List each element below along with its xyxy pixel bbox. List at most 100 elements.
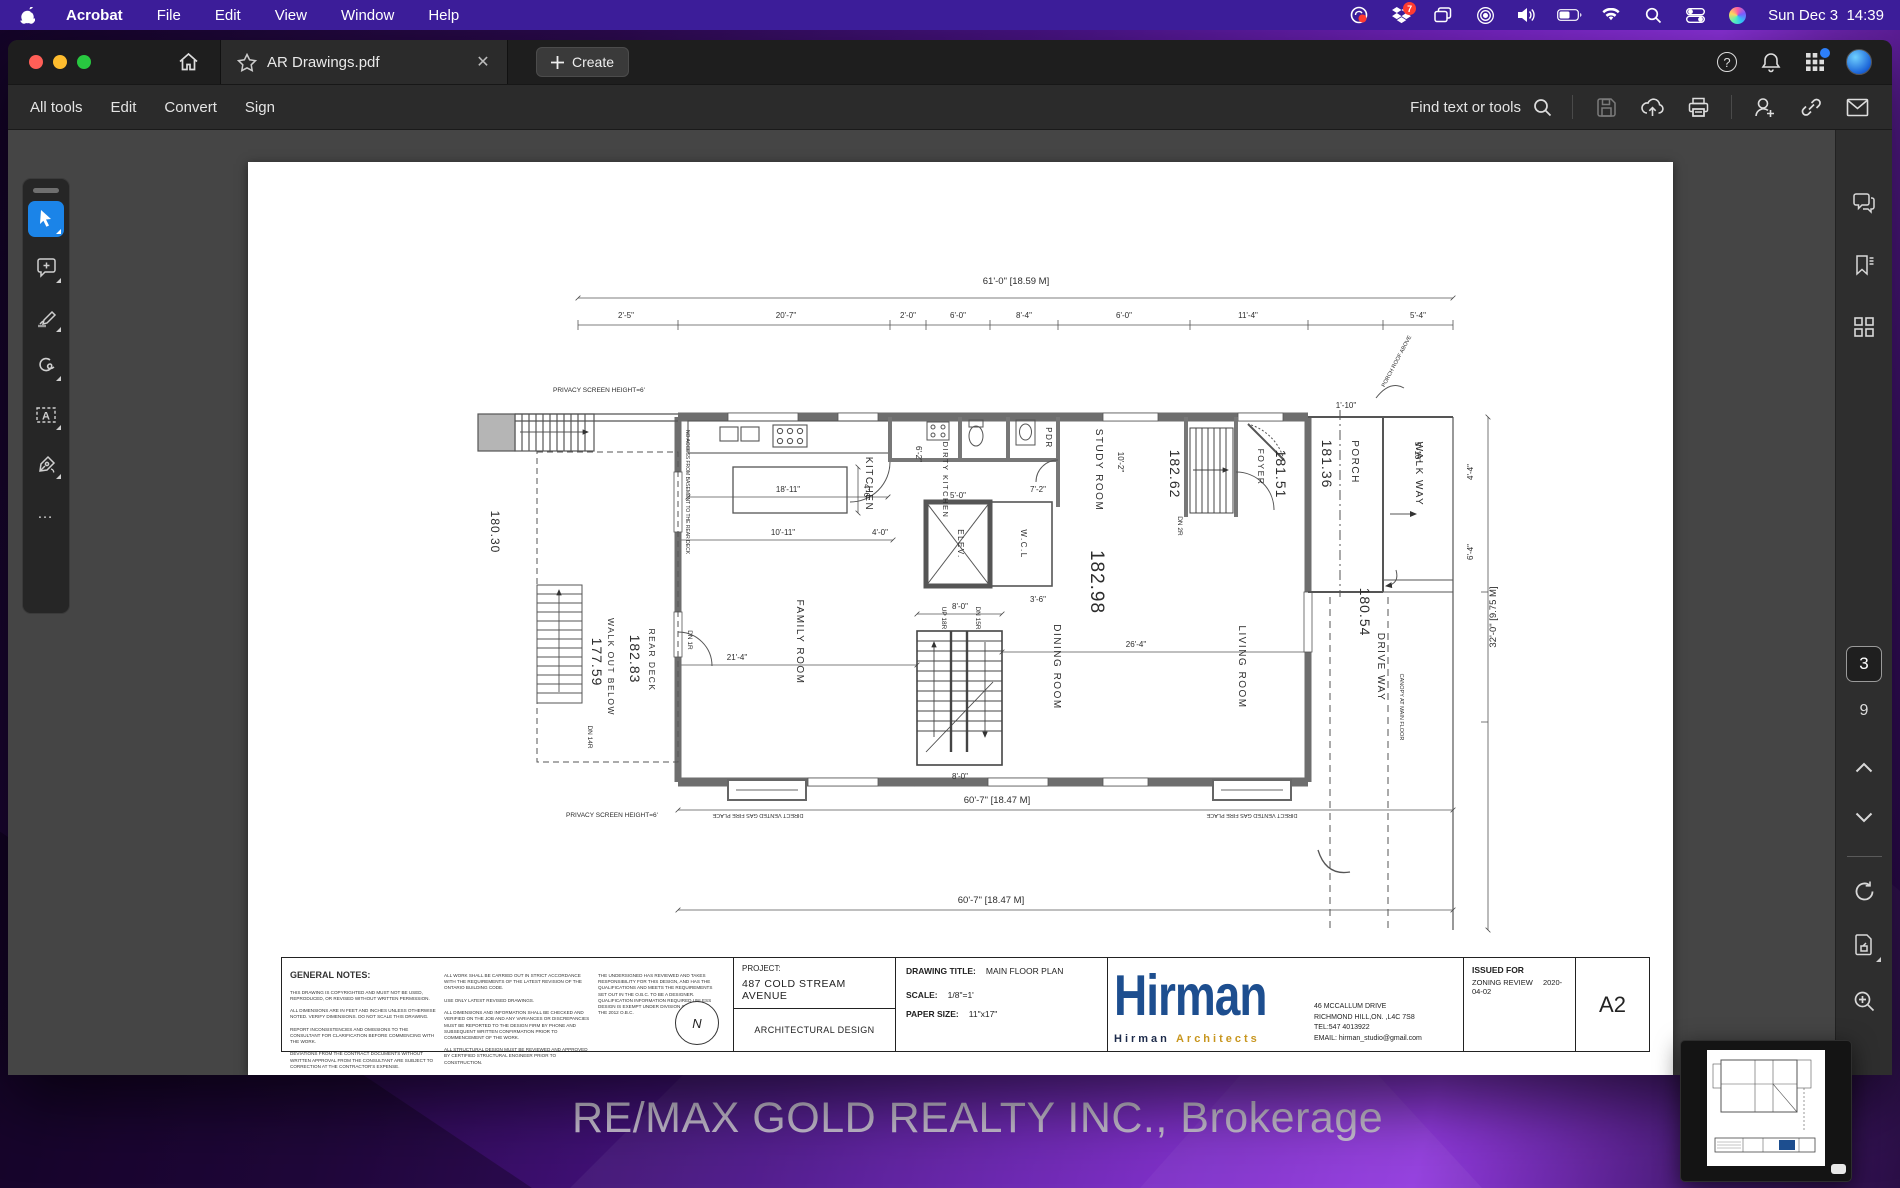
fill-sign-tool-button[interactable] [28,446,64,482]
zoom-window-button[interactable] [77,55,91,69]
document-tab[interactable]: AR Drawings.pdf ✕ [220,40,508,84]
wifi-icon[interactable] [1594,0,1628,30]
text-box-tool-button[interactable]: A [28,397,64,433]
drawing-title-cell: DRAWING TITLE: MAIN FLOOR PLAN SCALE: 1/… [896,958,1108,1051]
help-button[interactable]: ? [1714,49,1740,75]
select-tool-button[interactable] [28,201,64,237]
floating-thumbnail-window[interactable] [1680,1040,1852,1182]
menu-help[interactable]: Help [411,0,476,30]
drawing-title-label: DRAWING TITLE: [906,966,976,976]
toolbar-divider [1572,95,1573,119]
rail-drag-handle[interactable] [33,188,59,193]
menu-bar-clock[interactable]: Sun Dec 3 14:39 [1762,7,1884,24]
battery-icon[interactable] [1552,0,1586,30]
zoom-in-button[interactable] [1849,986,1879,1016]
room-label-porch: PORCH [1349,440,1360,484]
all-tools-tab[interactable]: All tools [30,99,83,116]
dim-top-main: 61'-0" [18.59 M] [983,276,1049,287]
email-button[interactable] [1844,94,1870,120]
spotlight-icon[interactable] [1636,0,1670,30]
dim: 2'-0" [900,311,916,320]
hirman-logo-sub1: Hirman [1114,1033,1170,1045]
add-signature-icon [1755,97,1774,117]
share-upload-button[interactable] [1639,94,1665,120]
dim: 1'-10" [1336,401,1357,410]
create-button[interactable]: Create [536,47,630,77]
room-label-rear-deck: REAR DECK [647,628,657,691]
dim: 6'-0" [950,311,966,320]
print-button[interactable] [1685,94,1711,120]
share-link-button[interactable] [1798,94,1824,120]
elevation-181-51: 181.51 [1273,450,1289,499]
draw-scribble-icon [38,357,54,372]
paper-size-value: 11"x17" [968,1009,998,1019]
project-name: 487 COLD STREAM AVENUE [742,978,846,1002]
acrobat-window: AR Drawings.pdf ✕ Create ? All tools Edi… [8,40,1892,1075]
star-favorite-icon[interactable] [237,52,257,72]
rotate-page-button[interactable] [1849,876,1879,906]
sign-tab[interactable]: Sign [245,99,275,116]
macos-menu-bar: Acrobat File Edit View Window Help 7 Sun… [0,0,1900,30]
account-avatar[interactable] [1846,49,1872,75]
window-titlebar: AR Drawings.pdf ✕ Create ? [8,40,1892,84]
notifications-button[interactable] [1758,49,1784,75]
menu-file[interactable]: File [140,0,198,30]
apple-menu[interactable] [0,6,49,24]
find-tools-button[interactable]: Find text or tools [1410,98,1552,117]
hirman-logo-sub2: Architects [1175,1033,1260,1045]
highlight-tool-button[interactable] [28,299,64,335]
tab-close-icon[interactable]: ✕ [471,50,495,74]
text-box-icon: A [36,407,56,423]
notification-app-icon[interactable] [1342,0,1376,30]
menu-acrobat[interactable]: Acrobat [49,0,140,30]
app-launcher-button[interactable] [1802,48,1830,75]
menu-view[interactable]: View [258,0,324,30]
dropbox-icon[interactable]: 7 [1384,0,1418,30]
cursor-arrow-icon [40,210,51,227]
elevation-182-98: 182.98 [1086,550,1107,614]
general-notes-col2: ALL WORK SHALL BE CARRIED OUT IN STRICT … [444,973,590,1065]
siri-icon[interactable] [1720,0,1754,30]
thumbnail-plan-sketch [1712,1059,1816,1153]
note-privacy-top: PRIVACY SCREEN HEIGHT=6' [553,387,645,394]
bookmark-icon [1856,255,1874,276]
pdf-page[interactable]: 61'-0" [18.59 M] 60'-7" [18.47 M] 60'-7"… [248,162,1673,1075]
bookmarks-panel-button[interactable] [1849,250,1879,280]
window-stack-icon[interactable] [1426,0,1460,30]
toolbar-divider [1731,95,1732,119]
room-label-family: FAMILY ROOM [794,599,805,684]
comments-panel-button[interactable] [1849,188,1879,218]
dim: 8'-0" [952,602,968,611]
current-page-input[interactable]: 3 [1846,646,1882,682]
save-button[interactable] [1593,94,1619,120]
dim: 21'-4" [727,653,748,662]
dim: 8'-0" [952,772,968,781]
chevron-up-icon [1855,762,1873,772]
comment-bubble-icon [36,258,56,278]
fit-page-button[interactable] [1849,930,1881,962]
close-window-button[interactable] [29,55,43,69]
sheet-number: A2 [1599,991,1626,1017]
menu-window[interactable]: Window [324,0,411,30]
comment-tool-button[interactable] [28,250,64,286]
volume-icon[interactable] [1510,0,1544,30]
more-tools-button[interactable]: … [28,495,64,531]
dim: 2'-5" [618,311,634,320]
next-page-button[interactable] [1849,802,1879,832]
dim: 6'-0" [1116,311,1132,320]
edit-tab[interactable]: Edit [111,99,137,116]
control-center-icon[interactable] [1678,0,1712,30]
thumbnail-resize-handle[interactable] [1831,1164,1846,1174]
menu-edit[interactable]: Edit [198,0,258,30]
architect-logo-cell: Hirman Hirman Architects 46 MCCALLUM DRI… [1108,958,1464,1051]
draw-tool-button[interactable] [28,348,64,384]
previous-page-button[interactable] [1849,752,1879,782]
screen-mirroring-icon[interactable] [1468,0,1502,30]
convert-tab[interactable]: Convert [164,99,217,116]
page-thumbnails-button[interactable] [1849,312,1879,342]
request-signature-button[interactable] [1752,94,1778,120]
minimize-window-button[interactable] [53,55,67,69]
note-canopy: CANOPY AT MAIN FLOOR [1398,674,1404,741]
apple-logo-icon [20,6,35,24]
home-button[interactable] [168,40,208,84]
